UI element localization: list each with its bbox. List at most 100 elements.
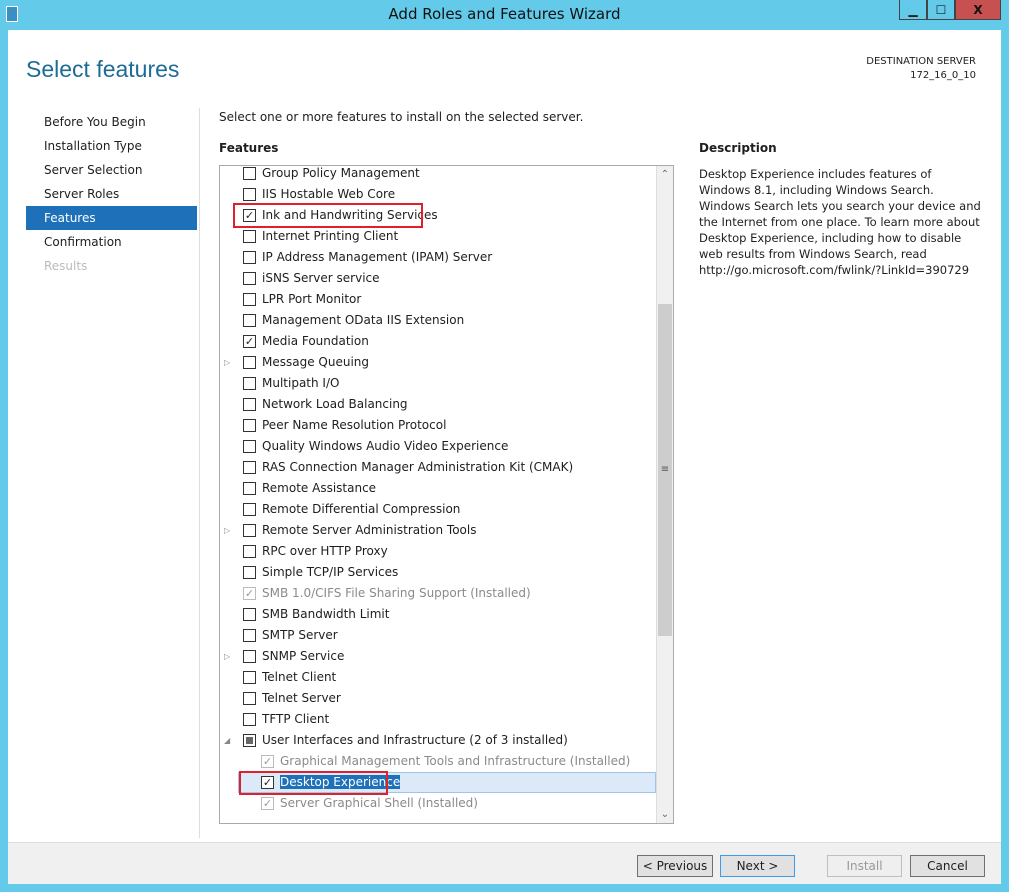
feature-checkbox[interactable]	[243, 503, 256, 516]
feature-item[interactable]: ✓ SMB 1.0/CIFS File Sharing Support (Inst…	[220, 583, 656, 604]
feature-checkbox[interactable]	[243, 251, 256, 264]
maximize-button[interactable]: ☐	[927, 0, 955, 20]
feature-checkbox[interactable]	[243, 545, 256, 558]
feature-item[interactable]: ▷ Message Queuing	[220, 352, 656, 373]
install-button[interactable]: Install	[827, 855, 902, 877]
feature-label: SMB 1.0/CIFS File Sharing Support (Insta…	[262, 586, 531, 600]
feature-item[interactable]: Management OData IIS Extension	[220, 310, 656, 331]
feature-item[interactable]: Multipath I/O	[220, 373, 656, 394]
feature-checkbox[interactable]	[243, 524, 256, 537]
feature-checkbox[interactable]	[243, 272, 256, 285]
feature-checkbox[interactable]	[243, 734, 256, 747]
feature-label: IP Address Management (IPAM) Server	[262, 250, 493, 264]
feature-label: Internet Printing Client	[262, 229, 399, 243]
feature-item[interactable]: TFTP Client	[220, 709, 656, 730]
features-label: Features	[219, 141, 279, 155]
feature-checkbox[interactable]	[243, 167, 256, 180]
feature-item[interactable]: SMB Bandwidth Limit	[220, 604, 656, 625]
feature-label: Simple TCP/IP Services	[262, 565, 399, 579]
previous-button[interactable]: < Previous	[637, 855, 713, 877]
feature-item[interactable]: SMTP Server	[220, 625, 656, 646]
feature-checkbox[interactable]	[243, 650, 256, 663]
feature-label: Message Queuing	[262, 355, 370, 369]
feature-item[interactable]: RAS Connection Manager Administration Ki…	[220, 457, 656, 478]
scroll-up-button[interactable]: ⌃	[657, 166, 673, 183]
feature-checkbox[interactable]	[243, 692, 256, 705]
nav-step[interactable]: Features	[26, 206, 197, 230]
feature-label: Remote Server Administration Tools	[262, 523, 477, 537]
feature-checkbox[interactable]	[243, 482, 256, 495]
feature-item[interactable]: IP Address Management (IPAM) Server	[220, 247, 656, 268]
feature-checkbox[interactable]	[243, 293, 256, 306]
feature-item[interactable]: ✓ Ink and Handwriting Services	[220, 203, 656, 228]
feature-checkbox[interactable]	[243, 188, 256, 201]
feature-checkbox[interactable]	[243, 608, 256, 621]
feature-label: Quality Windows Audio Video Experience	[262, 439, 509, 453]
feature-label: Telnet Server	[262, 691, 341, 705]
feature-item[interactable]: Group Policy Management	[220, 166, 656, 184]
feature-item[interactable]: Remote Differential Compression	[220, 499, 656, 520]
feature-item[interactable]: Network Load Balancing	[220, 394, 656, 415]
feature-checkbox[interactable]	[243, 461, 256, 474]
feature-item[interactable]: Telnet Client	[220, 667, 656, 688]
expand-arrow-icon[interactable]: ▷	[224, 520, 230, 541]
description-text: Desktop Experience includes features of …	[699, 167, 981, 277]
expanded-arrow-icon[interactable]: ◢	[224, 730, 230, 751]
feature-item[interactable]: RPC over HTTP Proxy	[220, 541, 656, 562]
feature-item[interactable]: Telnet Server	[220, 688, 656, 709]
feature-item[interactable]: iSNS Server service	[220, 268, 656, 289]
feature-item[interactable]: Peer Name Resolution Protocol	[220, 415, 656, 436]
scroll-thumb[interactable]: ≡	[658, 304, 672, 636]
close-button[interactable]: X	[955, 0, 1001, 20]
feature-item[interactable]: Internet Printing Client	[220, 226, 656, 247]
feature-checkbox[interactable]	[243, 377, 256, 390]
title-bar: Add Roles and Features Wizard ▁ ☐ X	[0, 0, 1009, 30]
feature-item[interactable]: IIS Hostable Web Core	[220, 184, 656, 205]
feature-label: Media Foundation	[262, 334, 369, 348]
feature-label: RAS Connection Manager Administration Ki…	[262, 460, 574, 474]
nav-step[interactable]: Server Selection	[26, 158, 197, 182]
feature-item[interactable]: ✓ Media Foundation	[220, 331, 656, 352]
feature-label: iSNS Server service	[262, 271, 380, 285]
next-button[interactable]: Next >	[720, 855, 795, 877]
feature-item[interactable]: ▷ Remote Server Administration Tools	[220, 520, 656, 541]
feature-checkbox[interactable]	[243, 314, 256, 327]
nav-step[interactable]: Installation Type	[26, 134, 197, 158]
feature-item[interactable]: ✓ Desktop Experience	[238, 771, 656, 795]
feature-checkbox[interactable]	[243, 671, 256, 684]
feature-label: Remote Assistance	[262, 481, 377, 495]
feature-checkbox[interactable]	[243, 356, 256, 369]
feature-item[interactable]: ◢ User Interfaces and Infrastructure (2 o…	[220, 730, 656, 751]
feature-checkbox[interactable]	[243, 566, 256, 579]
feature-item[interactable]: ✓ Graphical Management Tools and Infrastr…	[220, 751, 656, 772]
feature-label: RPC over HTTP Proxy	[262, 544, 388, 558]
feature-checkbox[interactable]: ✓	[243, 335, 256, 348]
feature-item[interactable]: ▷ SNMP Service	[220, 646, 656, 667]
nav-step[interactable]: Confirmation	[26, 230, 197, 254]
feature-checkbox[interactable]	[243, 419, 256, 432]
feature-label: User Interfaces and Infrastructure (2 of…	[262, 733, 568, 747]
cancel-button[interactable]: Cancel	[910, 855, 985, 877]
nav-step[interactable]: Server Roles	[26, 182, 197, 206]
feature-checkbox[interactable]	[243, 440, 256, 453]
expand-arrow-icon[interactable]: ▷	[224, 646, 230, 667]
features-list[interactable]: Group Policy Management IIS Hostable Web …	[219, 165, 674, 824]
scrollbar[interactable]: ⌃ ≡ ⌄	[656, 166, 673, 823]
feature-checkbox[interactable]	[243, 398, 256, 411]
feature-label: Management OData IIS Extension	[262, 313, 465, 327]
feature-item[interactable]: LPR Port Monitor	[220, 289, 656, 310]
window-title: Add Roles and Features Wizard	[388, 5, 621, 23]
expand-arrow-icon[interactable]: ▷	[224, 352, 230, 373]
feature-checkbox[interactable]	[243, 629, 256, 642]
feature-checkbox[interactable]	[243, 713, 256, 726]
feature-item[interactable]: Quality Windows Audio Video Experience	[220, 436, 656, 457]
feature-item[interactable]: ✓ Server Graphical Shell (Installed)	[220, 793, 656, 814]
nav-step[interactable]: Before You Begin	[26, 110, 197, 134]
minimize-button[interactable]: ▁	[899, 0, 927, 20]
scroll-down-button[interactable]: ⌄	[657, 806, 673, 823]
feature-label: Server Graphical Shell (Installed)	[280, 796, 478, 810]
feature-checkbox[interactable]	[243, 230, 256, 243]
nav-step: Results	[44, 259, 88, 273]
feature-item[interactable]: Remote Assistance	[220, 478, 656, 499]
feature-item[interactable]: Simple TCP/IP Services	[220, 562, 656, 583]
